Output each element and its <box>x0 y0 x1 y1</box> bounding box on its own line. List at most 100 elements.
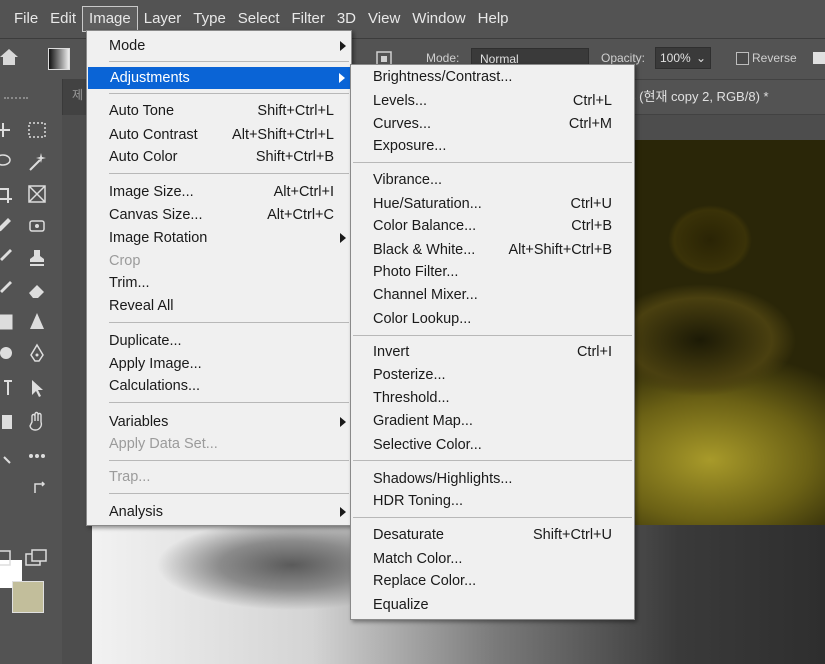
menu-separator <box>353 460 632 461</box>
menu-item-variables[interactable]: Variables <box>87 411 351 433</box>
menu-item-label: Apply Data Set... <box>109 436 218 452</box>
menu-select[interactable]: Select <box>232 7 286 31</box>
menu-item-auto-tone[interactable]: Auto Tone Shift+Ctrl+L <box>87 100 351 122</box>
menu-separator <box>109 493 349 494</box>
brush-icon[interactable] <box>0 247 14 269</box>
active-document-tab[interactable]: % (현재 copy 2, RGB/8) * <box>620 80 825 114</box>
lasso-icon[interactable] <box>0 151 14 173</box>
gradient-preset-swatch[interactable] <box>48 48 70 70</box>
hand-icon[interactable] <box>26 411 48 433</box>
chevron-down-icon[interactable]: ⌄ <box>696 48 706 68</box>
menu-item-black-white[interactable]: Black & White... Alt+Shift+Ctrl+B <box>351 239 634 261</box>
swap-colors-icon[interactable] <box>30 477 52 499</box>
opacity-field[interactable]: 100% ⌄ <box>655 47 711 69</box>
pen-icon[interactable] <box>26 343 48 365</box>
menu-item-photo-filter[interactable]: Photo Filter... <box>351 261 634 283</box>
menu-item-calculations[interactable]: Calculations... <box>87 375 351 397</box>
menu-item-desaturate[interactable]: Desaturate Shift+Ctrl+U <box>351 524 634 546</box>
move-icon[interactable] <box>0 119 14 141</box>
menu-item-curves[interactable]: Curves... Ctrl+M <box>351 113 634 135</box>
menu-item-label: Image Size... <box>109 184 194 200</box>
menu-item-image-rotation[interactable]: Image Rotation <box>87 227 351 249</box>
menu-item-shadows-highlights[interactable]: Shadows/Highlights... <box>351 468 634 490</box>
menu-item-invert[interactable]: Invert Ctrl+I <box>351 341 634 363</box>
reverse-checkbox[interactable] <box>736 52 749 65</box>
menu-item-levels[interactable]: Levels... Ctrl+L <box>351 90 634 112</box>
menu-window[interactable]: Window <box>406 7 471 31</box>
menu-item-mode[interactable]: Mode <box>87 35 351 57</box>
menu-filter[interactable]: Filter <box>286 7 331 31</box>
submenu-arrow-icon <box>340 507 346 517</box>
menu-item-apply-image[interactable]: Apply Image... <box>87 353 351 375</box>
menu-item-label: Brightness/Contrast... <box>373 69 513 85</box>
inactive-tab-fragment[interactable]: 제 <box>72 86 83 103</box>
frame-icon[interactable] <box>26 183 48 205</box>
menu-item-label: Adjustments <box>110 70 190 86</box>
menu-help[interactable]: Help <box>472 7 515 31</box>
crop-icon[interactable] <box>0 183 14 205</box>
menu-3d[interactable]: 3D <box>331 7 362 31</box>
submenu-arrow-icon <box>340 417 346 427</box>
menu-item-shortcut: Ctrl+I <box>576 344 612 360</box>
eyedropper-icon[interactable] <box>0 215 14 237</box>
menu-separator <box>109 173 349 174</box>
type-icon[interactable] <box>0 377 14 399</box>
menu-item-hue-saturation[interactable]: Hue/Saturation... Ctrl+U <box>351 193 634 215</box>
menu-separator <box>109 402 349 403</box>
menu-layer[interactable]: Layer <box>138 7 188 31</box>
blur-icon[interactable] <box>26 311 48 333</box>
menu-file[interactable]: File <box>8 7 44 31</box>
menu-image[interactable]: Image <box>82 6 138 32</box>
zoom-icon[interactable] <box>0 445 14 467</box>
menu-item-gradient-map[interactable]: Gradient Map... <box>351 410 634 432</box>
screen-mode-icon[interactable] <box>24 547 50 569</box>
menu-item-reveal-all[interactable]: Reveal All <box>87 295 351 317</box>
menu-item-replace-color[interactable]: Replace Color... <box>351 570 634 592</box>
menu-edit[interactable]: Edit <box>44 7 82 31</box>
menu-item-exposure[interactable]: Exposure... <box>351 135 634 157</box>
history-brush-icon[interactable] <box>0 279 14 301</box>
menu-item-duplicate[interactable]: Duplicate... <box>87 330 351 352</box>
home-icon[interactable] <box>0 47 18 67</box>
eraser-icon[interactable] <box>26 279 48 301</box>
menu-item-color-lookup[interactable]: Color Lookup... <box>351 308 634 330</box>
menu-item-trim[interactable]: Trim... <box>87 272 351 294</box>
menu-item-crop: Crop <box>87 250 351 272</box>
menu-item-auto-color[interactable]: Auto Color Shift+Ctrl+B <box>87 146 351 168</box>
menu-item-color-balance[interactable]: Color Balance... Ctrl+B <box>351 215 634 237</box>
menu-item-analysis[interactable]: Analysis <box>87 501 351 523</box>
menu-item-hdr-toning[interactable]: HDR Toning... <box>351 490 634 512</box>
menu-item-label: Channel Mixer... <box>373 287 478 303</box>
more-icon[interactable] <box>26 445 48 467</box>
magic-wand-icon[interactable] <box>26 151 48 173</box>
submenu-arrow-icon <box>339 73 345 83</box>
marquee-icon[interactable] <box>26 119 48 141</box>
menu-item-image-size[interactable]: Image Size... Alt+Ctrl+I <box>87 181 351 203</box>
menu-type[interactable]: Type <box>187 7 232 31</box>
menu-item-threshold[interactable]: Threshold... <box>351 387 634 409</box>
gradient-icon[interactable] <box>0 311 14 333</box>
shape-icon[interactable] <box>0 411 14 433</box>
menu-item-match-color[interactable]: Match Color... <box>351 548 634 570</box>
menu-view[interactable]: View <box>362 7 406 31</box>
menu-item-posterize[interactable]: Posterize... <box>351 364 634 386</box>
healing-icon[interactable] <box>26 215 48 237</box>
background-color-swatch[interactable] <box>12 581 44 613</box>
dodge-icon[interactable] <box>0 343 14 365</box>
menu-item-adjustments[interactable]: Adjustments <box>88 67 350 89</box>
panel-grip[interactable] <box>4 97 28 103</box>
dither-checkbox[interactable] <box>813 52 825 64</box>
menu-item-trap: Trap... <box>87 466 351 488</box>
quick-mask-icon[interactable] <box>0 547 14 569</box>
menu-item-selective-color[interactable]: Selective Color... <box>351 434 634 456</box>
path-select-icon[interactable] <box>26 377 48 399</box>
menu-item-channel-mixer[interactable]: Channel Mixer... <box>351 284 634 306</box>
mode-label: Mode: <box>426 51 460 65</box>
menu-item-equalize[interactable]: Equalize <box>351 594 634 616</box>
stamp-icon[interactable] <box>26 247 48 269</box>
menu-item-auto-contrast[interactable]: Auto Contrast Alt+Shift+Ctrl+L <box>87 124 351 146</box>
menu-item-canvas-size[interactable]: Canvas Size... Alt+Ctrl+C <box>87 204 351 226</box>
menu-item-vibrance[interactable]: Vibrance... <box>351 169 634 191</box>
menu-item-label: Photo Filter... <box>373 264 459 280</box>
menu-item-brightness-contrast[interactable]: Brightness/Contrast... <box>351 66 634 88</box>
